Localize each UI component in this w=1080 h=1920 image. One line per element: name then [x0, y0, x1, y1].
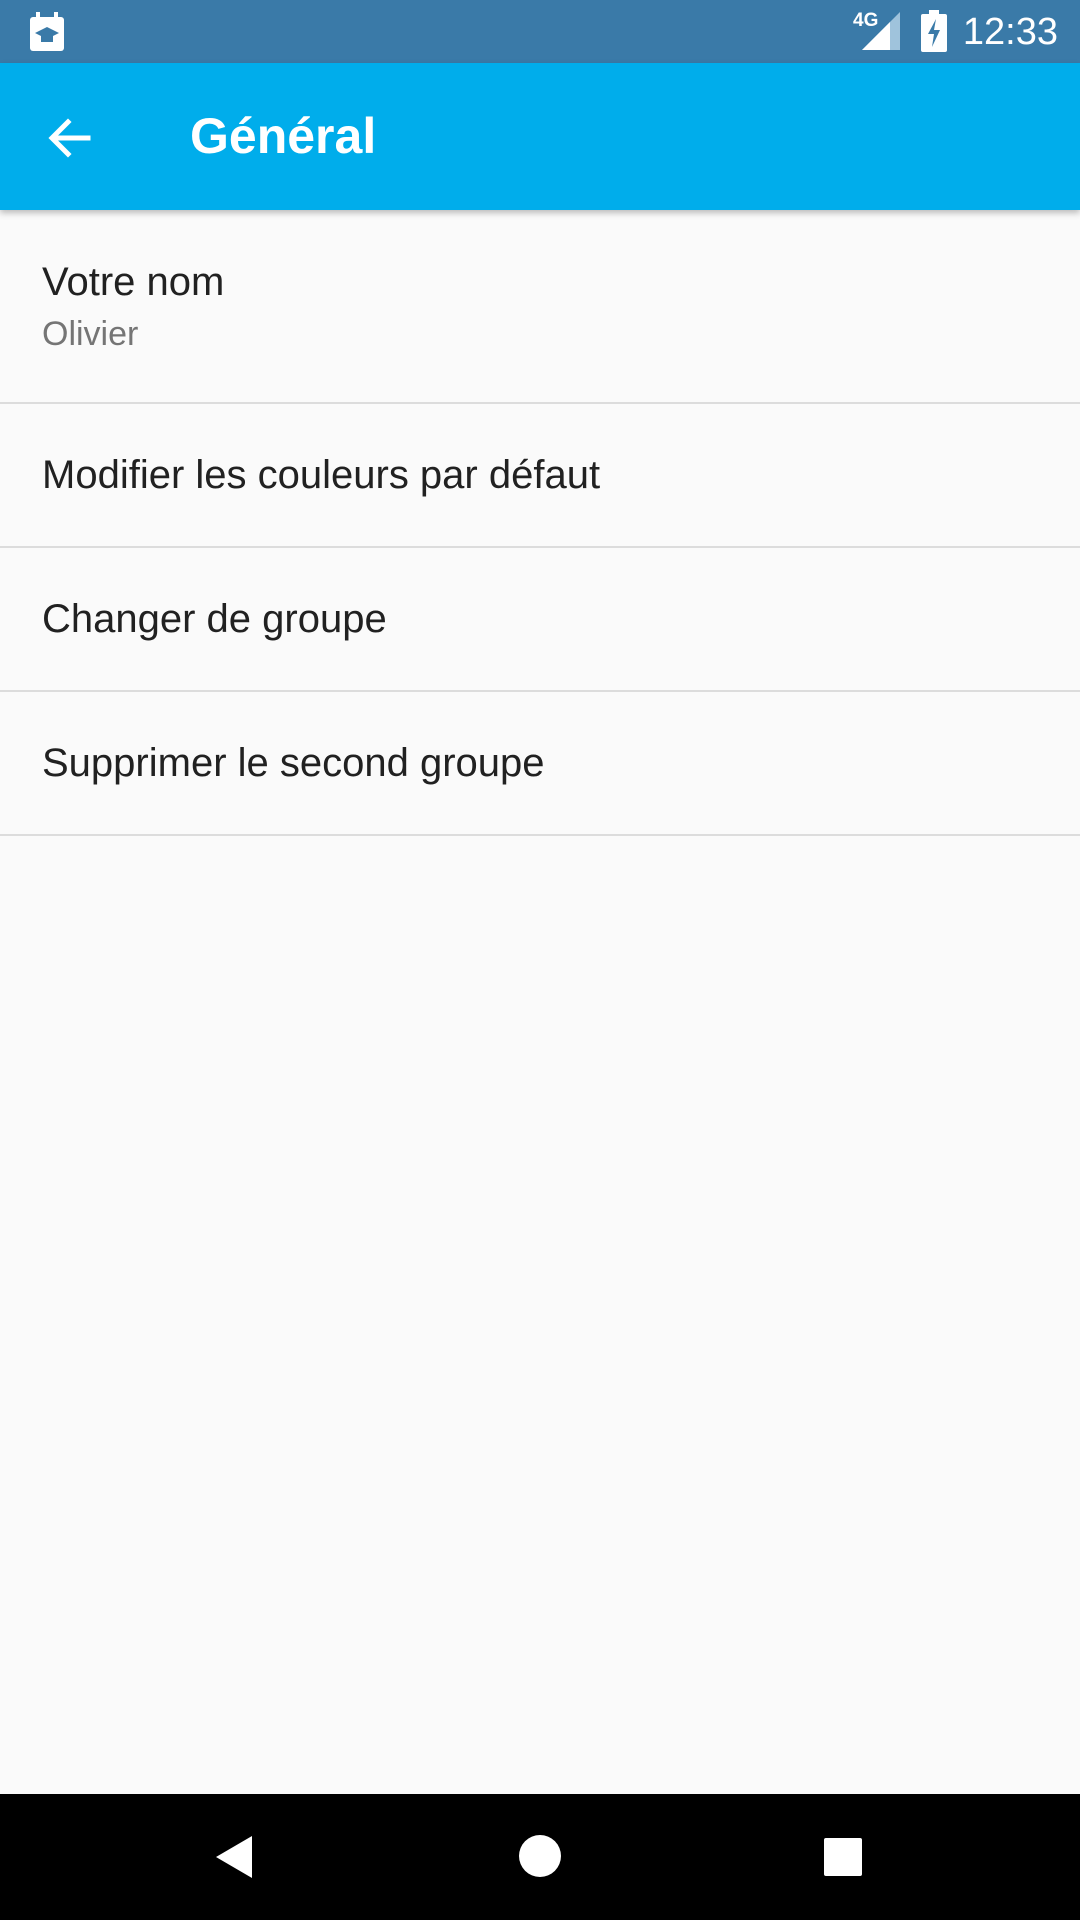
calendar-graduation-icon: [30, 12, 64, 51]
cell-signal-icon: [862, 12, 900, 50]
battery-charging-icon: [921, 10, 947, 52]
setting-change-group[interactable]: Changer de groupe: [0, 548, 1080, 692]
setting-label: Modifier les couleurs par défaut: [42, 453, 601, 497]
setting-edit-default-colors[interactable]: Modifier les couleurs par défaut: [0, 404, 1080, 548]
clock: 12:33: [962, 11, 1058, 53]
setting-your-name[interactable]: Votre nom Olivier: [0, 210, 1080, 404]
status-bar: 4G 12:33: [0, 0, 1080, 63]
page-title: Général: [190, 108, 377, 164]
square-recent-icon[interactable]: [823, 1837, 863, 1877]
circle-home-icon[interactable]: [518, 1834, 562, 1878]
setting-label: Votre nom: [42, 260, 225, 304]
navigation-bar: [0, 1794, 1080, 1920]
app-bar: Général: [0, 63, 1080, 210]
setting-label: Supprimer le second groupe: [42, 741, 545, 785]
setting-delete-second-group[interactable]: Supprimer le second groupe: [0, 692, 1080, 836]
setting-label: Changer de groupe: [42, 597, 387, 641]
arrow-left-icon[interactable]: [40, 108, 100, 168]
settings-list: Votre nom Olivier Modifier les couleurs …: [0, 210, 1080, 836]
triangle-back-icon[interactable]: [212, 1834, 256, 1880]
setting-summary: Olivier: [42, 315, 139, 353]
